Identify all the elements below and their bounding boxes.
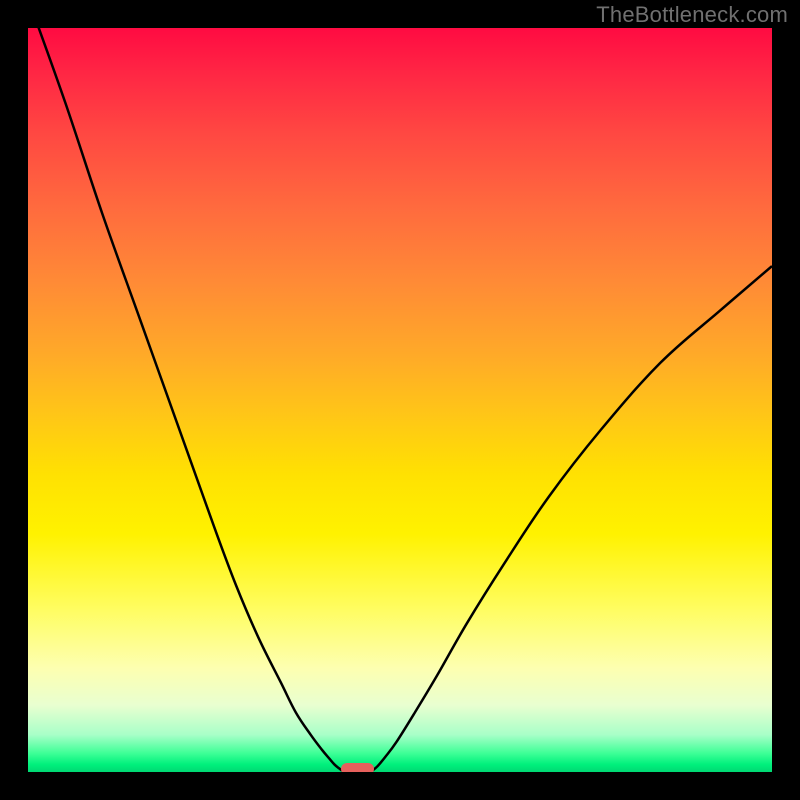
- watermark-text: TheBottleneck.com: [596, 2, 788, 28]
- plot-area: [28, 28, 772, 772]
- curves-layer: [28, 28, 772, 772]
- bottleneck-marker: [341, 763, 374, 772]
- chart-frame: TheBottleneck.com: [0, 0, 800, 800]
- right-curve: [372, 266, 772, 770]
- left-curve: [28, 28, 342, 771]
